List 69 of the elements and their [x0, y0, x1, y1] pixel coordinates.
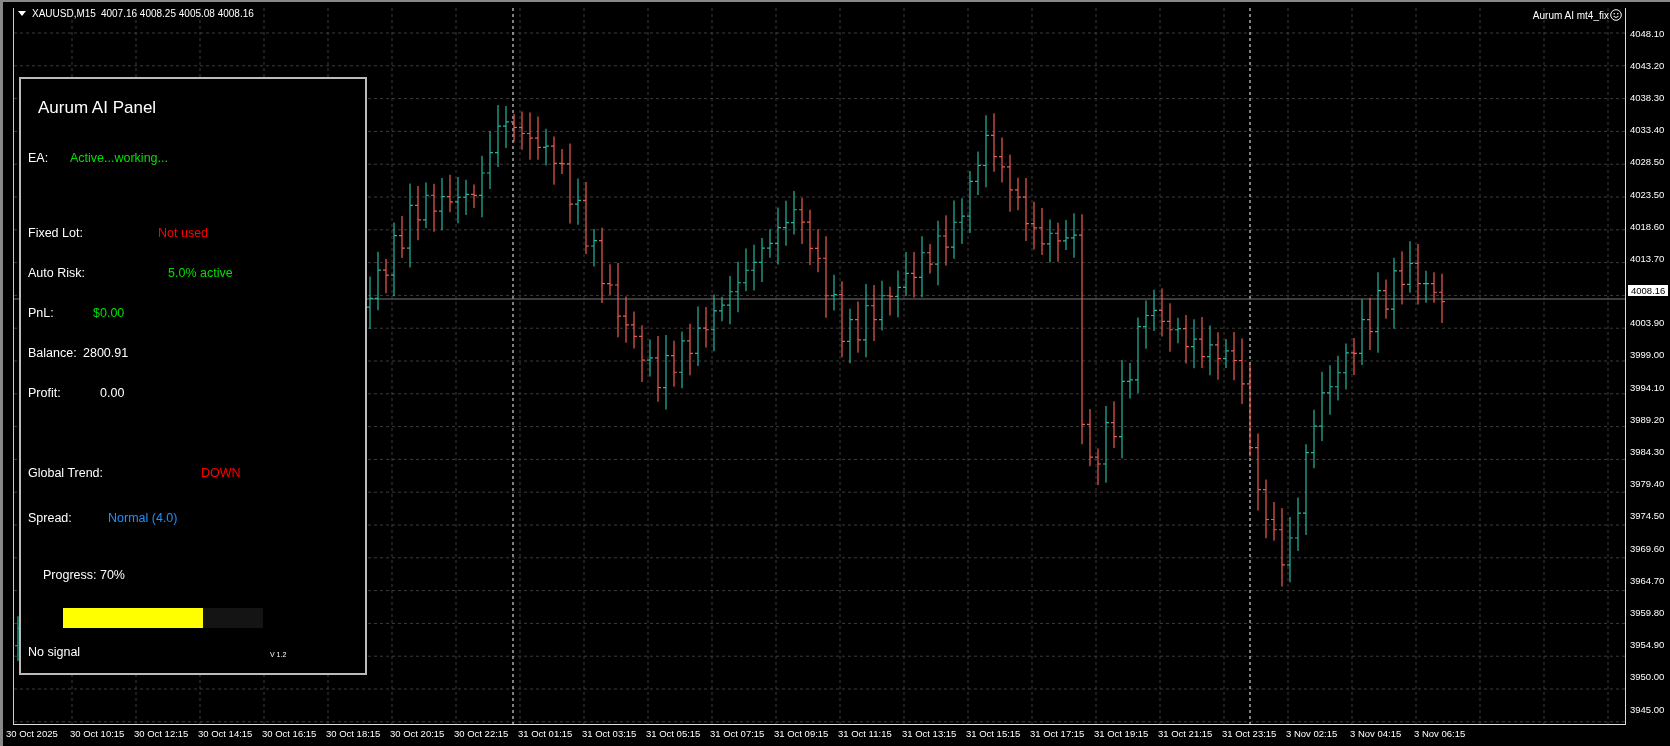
price-label: 3950.00: [1630, 671, 1665, 683]
field-value: Normal (4.0): [108, 511, 178, 525]
price-label: 3959.80: [1630, 606, 1665, 618]
field-label: Fixed Lot:: [28, 226, 83, 240]
price-label: 4013.70: [1630, 252, 1665, 264]
price-label: 4048.10: [1630, 27, 1665, 39]
panel-title: Aurum AI Panel: [38, 98, 157, 118]
ohlc-values: 4007.16 4008.25 4005.08 4008.16: [100, 8, 254, 19]
field-label: Balance:: [28, 346, 77, 360]
time-label: 3 Nov 06:15: [1414, 728, 1467, 741]
time-label: 31 Oct 11:15: [838, 728, 893, 741]
time-label: 31 Oct 17:15: [1030, 728, 1086, 741]
price-label: 3979.40: [1630, 478, 1665, 490]
field-label: Auto Risk:: [28, 266, 85, 280]
time-label: 30 Oct 10:15: [70, 728, 126, 741]
time-label: 31 Oct 19:15: [1094, 728, 1150, 741]
time-label: 3 Nov 02:15: [1286, 728, 1339, 741]
price-label: 4018.60: [1630, 220, 1665, 232]
field-label: PnL:: [28, 306, 54, 320]
price-label: 3984.30: [1630, 446, 1665, 458]
field-value: 5.0% active: [168, 266, 233, 280]
smiley-icon: [1610, 9, 1622, 21]
field-label: Spread:: [28, 511, 72, 525]
price-label: 4028.50: [1630, 156, 1665, 168]
price-label: 3989.20: [1630, 413, 1665, 425]
time-label: 31 Oct 05:15: [646, 728, 702, 741]
time-label: 31 Oct 09:15: [774, 728, 830, 741]
time-label: 30 Oct 20:15: [390, 728, 446, 741]
price-label: 3999.00: [1630, 349, 1665, 361]
progress-label: Progress: 70%: [43, 568, 126, 584]
field-value: 0.00: [100, 386, 125, 400]
time-label: 30 Oct 12:15: [134, 728, 190, 741]
price-label: 4038.30: [1630, 91, 1665, 103]
time-label: 30 Oct 18:15: [326, 728, 382, 741]
price-label: 3954.90: [1630, 639, 1665, 651]
field-value: Not used: [158, 226, 209, 240]
time-label: 31 Oct 23:15: [1222, 728, 1278, 741]
price-label: 4003.90: [1630, 317, 1665, 329]
time-label: 30 Oct 14:15: [198, 728, 254, 741]
symbol-label: XAUUSD,M15: [32, 8, 96, 19]
time-label: 31 Oct 15:15: [966, 728, 1022, 741]
field-value: DOWN: [201, 466, 241, 480]
price-label: 3969.60: [1630, 542, 1665, 554]
price-label: 3964.70: [1630, 574, 1665, 586]
time-label: 31 Oct 07:15: [710, 728, 766, 741]
time-label: 30 Oct 22:15: [454, 728, 510, 741]
field-value: $0.00: [93, 306, 125, 320]
price-label: 3945.00: [1630, 703, 1665, 715]
caret-icon[interactable]: [18, 11, 26, 16]
signal-status: No signal: [28, 645, 81, 659]
field-label: Profit:: [28, 386, 61, 400]
price-label: 4023.50: [1630, 188, 1665, 200]
field-label: Global Trend:: [28, 466, 104, 480]
field-label: EA:: [28, 151, 49, 165]
time-label: 30 Oct 16:15: [262, 728, 318, 741]
field-value: 2800.91: [83, 346, 129, 360]
field-value: Active...working...: [70, 151, 168, 165]
time-label: 31 Oct 13:15: [902, 728, 958, 741]
current-price-label: 4008.16: [1628, 285, 1669, 297]
price-label: 3974.50: [1630, 510, 1665, 522]
time-label: 31 Oct 03:15: [582, 728, 638, 741]
time-label: 30 Oct 2025: [6, 728, 59, 741]
time-label: 31 Oct 21:15: [1158, 728, 1214, 741]
expert-name: Aurum AI mt4_fix: [1532, 9, 1609, 21]
price-label: 4033.40: [1630, 124, 1665, 136]
price-label: 4043.20: [1630, 59, 1665, 71]
time-label: 3 Nov 04:15: [1350, 728, 1403, 741]
time-label: 31 Oct 01:15: [518, 728, 574, 741]
price-label: 3994.10: [1630, 381, 1665, 393]
